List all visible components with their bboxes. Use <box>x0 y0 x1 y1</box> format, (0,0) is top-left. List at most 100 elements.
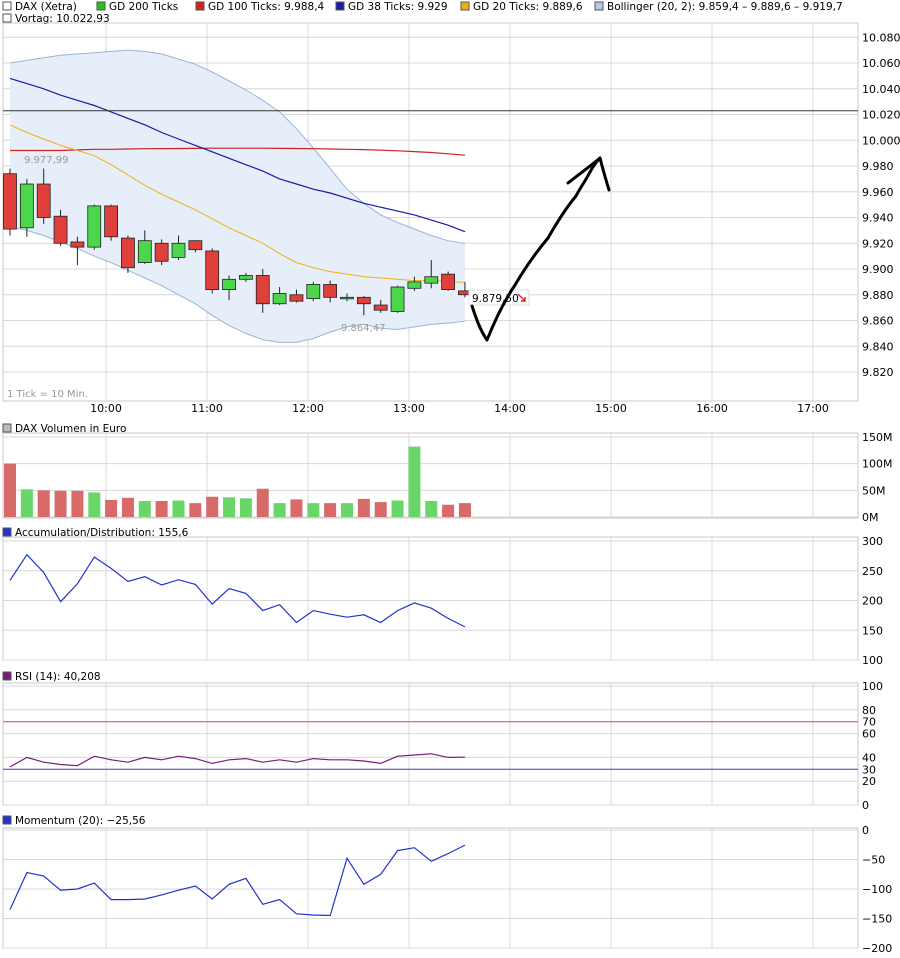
volume-bar <box>256 488 269 517</box>
volume-y-tick: 150M <box>862 431 893 444</box>
price-legend: DAX (Xetra) GD 200 Ticks GD 100 Ticks: 9.9… <box>2 1 843 13</box>
volume-bar <box>206 496 219 517</box>
volume-bar <box>37 490 50 517</box>
candle-body <box>289 294 304 302</box>
price-y-tick: 10.020 <box>862 109 900 122</box>
momentum-swatch <box>2 815 12 825</box>
price-x-tick: 12:00 <box>292 402 324 415</box>
momentum-y-tick: −50 <box>862 854 885 867</box>
candle-body <box>154 242 169 262</box>
volume-y-tick: 50M <box>862 484 886 497</box>
volume-bar <box>223 497 236 517</box>
volume-y-ticks: 150M 100M 50M 0M <box>862 431 893 524</box>
volume-bar <box>121 497 134 517</box>
ad-y-tick: 100 <box>862 654 883 667</box>
price-y-tick: 9.980 <box>862 160 894 173</box>
candle-body <box>373 304 388 311</box>
candle-body <box>222 278 236 290</box>
candle-body <box>53 215 68 244</box>
last-price-label: 9.879,50 <box>472 293 519 305</box>
price-x-tick: 14:00 <box>494 402 526 415</box>
legend-label: GD 38 Ticks: 9.929 <box>348 1 448 13</box>
legend-label: GD 200 Ticks <box>109 1 178 13</box>
volume-bar <box>374 502 387 517</box>
volume-bar <box>307 503 320 517</box>
volume-bar <box>324 503 337 517</box>
volume-bar <box>172 500 185 517</box>
price-y-tick: 9.960 <box>862 186 894 199</box>
hand-drawn-arrow <box>470 156 611 342</box>
candle-body <box>238 275 253 280</box>
volume-bar <box>391 500 404 517</box>
legend-swatch <box>2 1 12 11</box>
stock-chart: DAX (Xetra) GD 200 Ticks GD 100 Ticks: 9.9… <box>2 1 900 955</box>
volume-bar <box>71 490 84 517</box>
momentum-y-tick: 0 <box>862 824 869 837</box>
volume-bar <box>357 498 370 517</box>
momentum-title: Momentum (20): −25,56 <box>15 815 146 827</box>
legend-swatch <box>594 1 604 11</box>
rsi-title: RSI (14): 40,208 <box>15 671 101 683</box>
price-x-tick: 13:00 <box>393 402 425 415</box>
candle-body <box>137 240 152 263</box>
price-y-tick: 9.940 <box>862 212 894 225</box>
volume-y-tick: 0M <box>862 511 879 524</box>
volume-bar <box>273 503 286 517</box>
price-y-tick: 9.860 <box>862 315 894 328</box>
rsi-line <box>9 753 466 768</box>
volume-bar <box>4 463 16 517</box>
price-x-tick: 11:00 <box>191 402 223 415</box>
momentum-y-tick: −150 <box>862 913 892 926</box>
ad-grid <box>3 537 858 661</box>
volume-bar <box>341 503 353 517</box>
legend-swatch <box>460 1 470 11</box>
candle-body <box>19 183 34 229</box>
candle-body <box>390 286 405 312</box>
price-panel: DAX (Xetra) GD 200 Ticks GD 100 Ticks: 9.9… <box>2 1 900 415</box>
volume-bar <box>290 499 303 517</box>
volume-bar <box>138 501 151 517</box>
volume-bar <box>442 504 455 517</box>
momentum-y-ticks: 0 −50 −100 −150 −200 <box>862 824 892 955</box>
candle-body <box>441 273 456 290</box>
low-annotation: 9.864,47 <box>341 323 386 334</box>
volume-panel: DAX Volumen in Euro 150M100M50M0M <box>2 423 893 524</box>
momentum-y-tick: −100 <box>862 883 892 896</box>
ad-plot-frame <box>2 536 859 661</box>
candle-body <box>87 205 102 248</box>
rsi-panel: RSI (14): 40,208 1008070604030200 <box>2 671 883 812</box>
ad-y-tick: 250 <box>862 565 883 578</box>
rsi-grid <box>3 683 858 806</box>
legend-label: DAX (Xetra) <box>15 1 77 13</box>
momentum-panel: Momentum (20): −25,56 0 −50 −100 −150 −200 <box>2 815 892 955</box>
price-x-tick: 10:00 <box>90 402 122 415</box>
ad-panel: Accumulation/Distribution: 155,6 3002502… <box>2 527 883 667</box>
legend-swatch <box>96 1 106 11</box>
price-y-tick: 10.060 <box>862 57 900 70</box>
rsi-y-tick: 0 <box>862 799 869 812</box>
legend-label: GD 20 Ticks: 9.889,6 <box>473 1 583 13</box>
price-x-tick: 15:00 <box>595 402 627 415</box>
candle-body <box>104 205 118 238</box>
candle-body <box>121 237 135 269</box>
volume-bar <box>458 503 471 517</box>
volume-bar <box>88 492 101 517</box>
candle-body <box>356 296 371 305</box>
legend-label: GD 100 Ticks: 9.988,4 <box>208 1 325 13</box>
volume-swatch <box>2 423 12 433</box>
price-y-tick: 9.900 <box>862 263 894 276</box>
rsi-plot-frame <box>2 682 859 806</box>
volume-bar <box>239 498 252 517</box>
price-y-tick: 10.080 <box>862 31 900 44</box>
legend-swatch <box>335 1 345 11</box>
rsi-y-tick: 100 <box>862 680 883 693</box>
price-y-tick: 10.000 <box>862 134 900 147</box>
ad-y-tick: 200 <box>862 595 883 608</box>
candle-body <box>205 250 220 291</box>
price-y-tick: 10.040 <box>862 83 900 96</box>
legend-label: Bollinger (20, 2): 9.859,4 – 9.889,6 – 9… <box>607 1 843 13</box>
price-y-tick: 9.880 <box>862 289 894 302</box>
candle-body <box>36 183 51 218</box>
legend-swatch <box>195 1 205 11</box>
ad-y-ticks: 300 250 200 150 100 <box>862 535 883 667</box>
